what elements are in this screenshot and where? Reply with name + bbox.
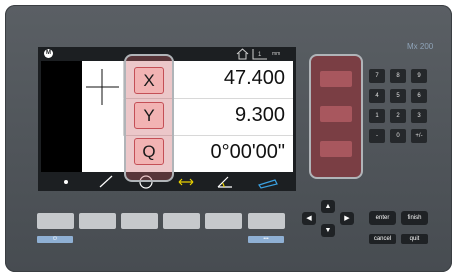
softkey-2[interactable] bbox=[79, 213, 116, 229]
axis-key-group: X Y Q bbox=[124, 54, 174, 182]
crosshair-icon bbox=[86, 69, 119, 105]
units-icon[interactable]: 1 bbox=[251, 48, 269, 60]
key-minus[interactable]: - bbox=[369, 129, 385, 143]
key-5[interactable]: 5 bbox=[390, 89, 406, 103]
key-7[interactable]: 7 bbox=[369, 69, 385, 83]
function-key-3[interactable] bbox=[320, 141, 352, 157]
model-label: Mx 200 bbox=[407, 42, 434, 51]
key-8[interactable]: 8 bbox=[390, 69, 406, 83]
quit-button[interactable]: quit bbox=[401, 234, 428, 244]
angle-icon[interactable] bbox=[213, 174, 237, 189]
q-axis-key[interactable]: Q bbox=[134, 138, 164, 165]
softkey-3[interactable] bbox=[121, 213, 158, 229]
q-value: 0°00'00" bbox=[210, 141, 285, 163]
softkey-5[interactable] bbox=[205, 213, 242, 229]
x-value: 47.400 bbox=[223, 67, 285, 89]
x-axis-key[interactable]: X bbox=[134, 67, 164, 94]
function-key-2[interactable] bbox=[320, 106, 352, 122]
y-axis-key[interactable]: Y bbox=[134, 102, 164, 129]
svg-text:1: 1 bbox=[258, 52, 262, 58]
more-button[interactable]: ••• bbox=[248, 236, 284, 243]
function-key-panel bbox=[309, 54, 363, 179]
enter-button[interactable]: enter bbox=[369, 211, 396, 225]
y-value: 9.300 bbox=[234, 104, 285, 126]
finish-button[interactable]: finish bbox=[401, 211, 428, 225]
cancel-button[interactable]: cancel bbox=[369, 234, 396, 244]
dro-device: Mx 200 M 1 mm 47.400 9.300 0°00'00" X Y … bbox=[5, 5, 452, 272]
key-4[interactable]: 4 bbox=[369, 89, 385, 103]
rectangle-icon[interactable] bbox=[256, 174, 280, 189]
home-icon[interactable] bbox=[236, 48, 249, 60]
key-9[interactable]: 9 bbox=[411, 69, 427, 83]
key-6[interactable]: 6 bbox=[411, 89, 427, 103]
crosshair-view bbox=[82, 61, 124, 135]
key-0[interactable]: 0 bbox=[390, 129, 406, 143]
softkey-4[interactable] bbox=[163, 213, 200, 229]
key-3[interactable]: 3 bbox=[411, 109, 427, 123]
key-2[interactable]: 2 bbox=[390, 109, 406, 123]
arrow-down-key[interactable]: ▼ bbox=[321, 224, 335, 237]
key-1[interactable]: 1 bbox=[369, 109, 385, 123]
units-label: mm bbox=[272, 51, 281, 57]
softkey-6[interactable] bbox=[248, 213, 285, 229]
line-icon[interactable] bbox=[94, 174, 118, 189]
key-plus-minus[interactable]: +/- bbox=[411, 129, 427, 143]
arrow-left-key[interactable]: ◀ bbox=[302, 212, 316, 225]
point-icon[interactable] bbox=[54, 174, 78, 189]
function-key-1[interactable] bbox=[320, 71, 352, 87]
power-button[interactable]: ⏻ bbox=[37, 236, 73, 243]
arrow-up-key[interactable]: ▲ bbox=[321, 200, 335, 213]
left-panel bbox=[41, 61, 82, 172]
distance-icon[interactable] bbox=[174, 174, 198, 189]
brand-logo: M bbox=[44, 49, 53, 58]
arrow-right-key[interactable]: ▶ bbox=[340, 212, 354, 225]
softkey-1[interactable] bbox=[37, 213, 74, 229]
